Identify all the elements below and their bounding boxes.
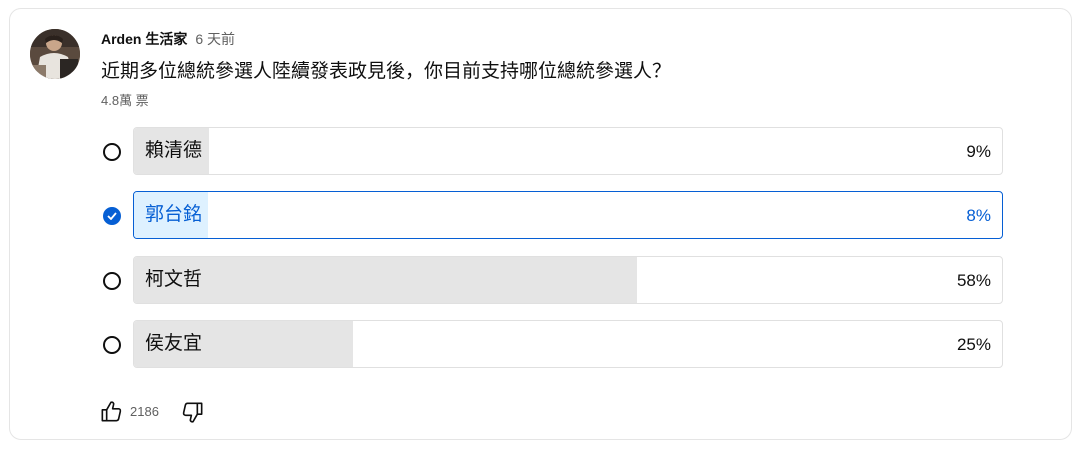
poll-question: 近期多位總統參選人陸續發表政見後，你目前支持哪位總統參選人？ [101,61,672,82]
radio-button[interactable] [103,272,121,290]
poll-option[interactable]: 賴清德 9% [100,127,1004,177]
author-name[interactable]: Arden 生活家 [101,31,187,47]
poll-option[interactable]: 侯友宜 25% [100,320,1004,370]
poll-option[interactable]: 郭台銘 8% [100,191,1004,241]
like-count: 2186 [130,404,159,419]
poll-post-card: Arden 生活家 6 天前 近期多位總統參選人陸續發表政見後，你目前支持哪位總統… [9,8,1072,440]
poll-option-box[interactable]: 賴清德 9% [133,127,1003,175]
option-percent: 25% [956,335,991,354]
result-bar [134,257,638,303]
poll-option[interactable]: 柯文哲 58% [100,256,1004,306]
post-time[interactable]: 6 天前 [195,31,235,47]
radio-button[interactable] [103,336,121,354]
thumbs-up-icon[interactable] [98,399,124,425]
thumbs-down-icon[interactable] [180,399,206,425]
option-label: 侯友宜 [145,333,203,354]
option-percent: 9% [966,142,991,161]
post-header: Arden 生活家 6 天前 [101,30,235,48]
vote-count: 4.8萬 票 [101,93,149,108]
poll-option-box-selected[interactable]: 郭台銘 8% [133,191,1003,239]
option-label: 郭台銘 [145,204,203,225]
option-label: 賴清德 [145,140,203,161]
radio-button[interactable] [103,143,121,161]
option-percent: 58% [956,271,991,290]
author-avatar[interactable] [30,29,80,79]
option-label: 柯文哲 [145,269,203,290]
option-percent: 8% [966,206,991,225]
poll-option-box[interactable]: 侯友宜 25% [133,320,1003,368]
checked-radio-icon[interactable] [103,207,121,225]
poll-option-box[interactable]: 柯文哲 58% [133,256,1003,304]
